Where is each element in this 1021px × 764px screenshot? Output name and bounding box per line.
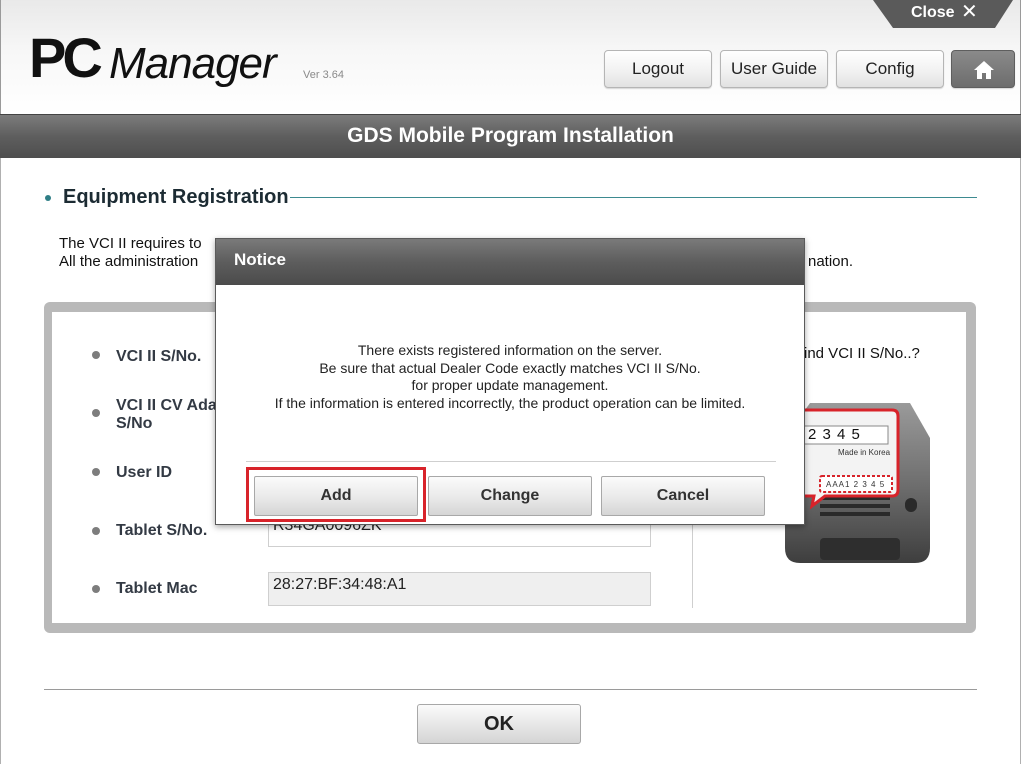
- tablet-mac-label: Tablet Mac: [116, 580, 198, 597]
- close-icon: ✕: [961, 1, 978, 23]
- section-bullet: [45, 195, 51, 201]
- row-bullet: [92, 585, 100, 593]
- find-vci-sno-link[interactable]: ind VCI II S/No..?: [804, 345, 920, 362]
- dialog-title: Notice: [234, 250, 286, 269]
- section-divider: [290, 197, 977, 198]
- dialog-divider: [246, 461, 776, 462]
- device-made-in: Made in Korea: [838, 448, 891, 457]
- row-bullet: [92, 409, 100, 417]
- config-button[interactable]: Config: [836, 50, 944, 88]
- dialog-message-line: for proper update management.: [411, 377, 609, 393]
- app-header: Close ✕ PC Manager Ver 3.64 Logout User …: [0, 0, 1021, 114]
- page-title: GDS Mobile Program Installation: [347, 124, 674, 147]
- dialog-header: Notice: [216, 239, 804, 285]
- description-line-1: The VCI II requires to: [59, 235, 202, 252]
- description-line-2-end: nation.: [808, 253, 854, 270]
- vci-sno-label: VCI II S/No.: [116, 348, 202, 365]
- dialog-message-line: If the information is entered incorrectl…: [274, 394, 746, 411]
- dialog-message-line: There exists registered information on t…: [357, 342, 663, 358]
- close-button[interactable]: Close ✕: [873, 0, 1013, 28]
- logout-button[interactable]: Logout: [604, 50, 712, 88]
- add-button-highlight: [246, 467, 426, 522]
- tablet-sno-label: Tablet S/No.: [116, 522, 208, 539]
- page-title-bar: GDS Mobile Program Installation: [0, 114, 1021, 158]
- home-icon: [974, 61, 994, 79]
- logo-pc-text: PC: [29, 26, 103, 89]
- user-guide-button[interactable]: User Guide: [720, 50, 828, 88]
- change-button[interactable]: Change: [428, 476, 592, 516]
- user-id-label: User ID: [116, 464, 173, 481]
- row-bullet: [92, 468, 100, 476]
- cancel-button[interactable]: Cancel: [601, 476, 765, 516]
- close-label: Close: [911, 4, 955, 21]
- description-line-2: All the administration: [59, 253, 199, 270]
- device-serial: AAA1 2 3 4 5: [826, 480, 886, 489]
- dialog-message: There exists registered information on t…: [216, 342, 804, 412]
- device-label-top: 2 3 4 5: [808, 426, 861, 443]
- version-label: Ver 3.64: [303, 69, 344, 81]
- section-title: Equipment Registration: [63, 186, 289, 208]
- home-button[interactable]: [951, 50, 1015, 88]
- vci-cv-adapter-sno-label: VCI II CV Ada S/No: [116, 397, 217, 432]
- tablet-mac-field: 28:27:BF:34:48:A1: [268, 572, 651, 606]
- row-bullet: [92, 351, 100, 359]
- dialog-message-line: Be sure that actual Dealer Code exactly …: [319, 359, 701, 376]
- logo-manager-text: Manager: [109, 39, 277, 88]
- footer-divider: [44, 689, 977, 690]
- row-bullet: [92, 527, 100, 535]
- ok-button[interactable]: OK: [417, 704, 581, 744]
